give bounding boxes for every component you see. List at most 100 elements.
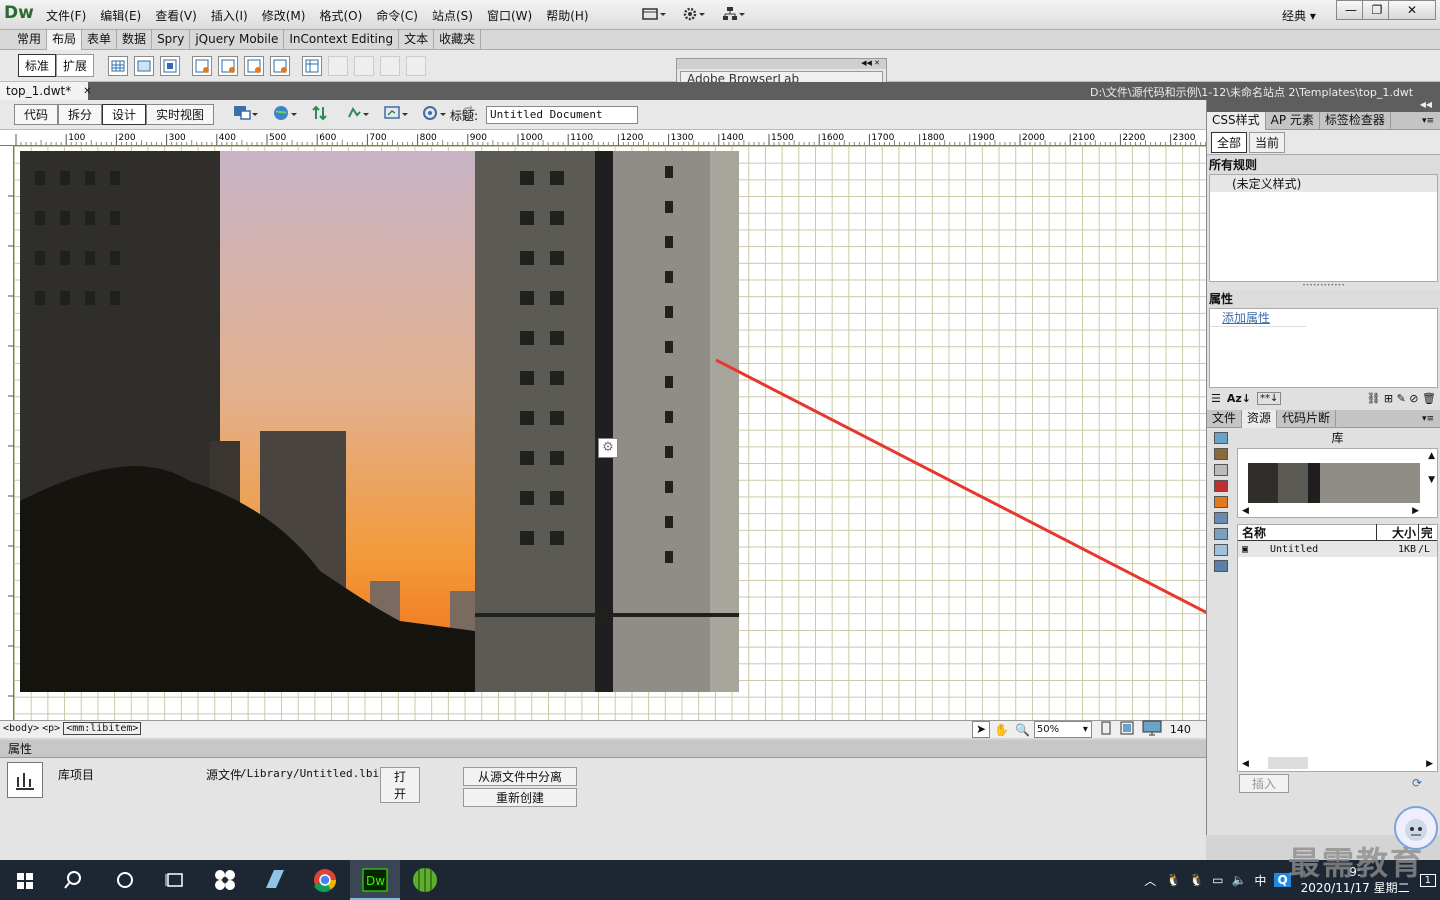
menu-help[interactable]: 帮助(H) xyxy=(546,7,588,24)
list-scroll-thumb[interactable] xyxy=(1268,757,1308,769)
preview-scroll-down-icon[interactable]: ▼ xyxy=(1428,475,1435,485)
gear-icon[interactable] xyxy=(682,6,705,22)
chrome-icon[interactable] xyxy=(300,860,350,900)
menu-modify[interactable]: 修改(M) xyxy=(262,7,306,24)
library-item-marker-icon[interactable]: ⚙ xyxy=(598,438,618,458)
urls-category-icon[interactable] xyxy=(1214,464,1228,476)
qq-icon[interactable]: 🐧 xyxy=(1166,873,1181,887)
menu-file[interactable]: 文件(F) xyxy=(46,7,86,24)
menu-format[interactable]: 格式(O) xyxy=(319,7,362,24)
network-icon[interactable]: ▭ xyxy=(1212,873,1223,887)
split-view-button[interactable]: 拆分 xyxy=(58,104,103,125)
pinwheel-app-icon[interactable] xyxy=(200,860,250,900)
melon-app-icon[interactable] xyxy=(400,860,450,900)
colors-category-icon[interactable] xyxy=(1214,448,1228,460)
tab-assets[interactable]: 资源 xyxy=(1242,409,1278,428)
open-button[interactable]: 打开 xyxy=(380,767,420,803)
multiscreen-icon[interactable] xyxy=(232,103,259,126)
close-button[interactable]: ✕ xyxy=(1388,0,1436,20)
library-item-row[interactable]: ▣ Untitled 1KB /L xyxy=(1238,541,1437,557)
task-view-icon[interactable] xyxy=(150,860,200,900)
document-tab-close-icon[interactable]: ✕ xyxy=(83,83,91,100)
preview-scroll-right-icon[interactable]: ▶ xyxy=(1412,506,1419,516)
layout-icon[interactable] xyxy=(642,6,666,22)
preview-browser-icon[interactable] xyxy=(272,103,298,126)
menu-window[interactable]: 窗口(W) xyxy=(487,7,532,24)
library-category-icon[interactable] xyxy=(1214,560,1228,572)
insert-tab-incontext[interactable]: InContext Editing xyxy=(284,29,400,50)
tab-tag-inspector[interactable]: 标签检查器 xyxy=(1320,111,1391,130)
insert-tab-common[interactable]: 常用 xyxy=(12,29,48,50)
preview-scroll-up-icon[interactable]: ▲ xyxy=(1428,451,1435,461)
insert-tab-forms[interactable]: 表单 xyxy=(82,29,118,50)
tab-ap-elements[interactable]: AP 元素 xyxy=(1266,111,1320,130)
tab-css-styles[interactable]: CSS样式 xyxy=(1207,111,1266,130)
panel-menu-icon[interactable]: ▾≡ xyxy=(1422,116,1434,126)
all-mode-button[interactable]: 全部 xyxy=(1211,131,1248,153)
alpha-view-icon[interactable]: Az↓ xyxy=(1227,392,1251,405)
insert-tab-layout[interactable]: 布局 xyxy=(47,29,83,50)
swf-category-icon[interactable] xyxy=(1214,480,1228,492)
window-size-readout[interactable]: 140 xyxy=(1170,723,1191,736)
column-size[interactable]: 大小 xyxy=(1376,524,1418,541)
fluid-grid-icon[interactable] xyxy=(192,55,213,76)
fluid-layout-icon[interactable] xyxy=(244,55,265,76)
qq-icon-2[interactable]: 🐧 xyxy=(1189,873,1204,887)
notebook-app-icon[interactable] xyxy=(250,860,300,900)
browserlab-panel-grip[interactable]: ◀◀ ✕ xyxy=(677,59,886,69)
set-properties-icon[interactable]: **↓ xyxy=(1257,391,1282,405)
fluid-column-icon[interactable] xyxy=(270,55,291,76)
insert-tab-favorites[interactable]: 收藏夹 xyxy=(434,29,482,50)
list-scroll-left-icon[interactable]: ◀ xyxy=(1242,759,1249,769)
menu-site[interactable]: 站点(S) xyxy=(432,7,473,24)
scripts-category-icon[interactable] xyxy=(1214,528,1228,540)
workspace-switcher[interactable]: 经典 ▾ xyxy=(1282,7,1316,24)
preview-scroll-left-icon[interactable]: ◀ xyxy=(1242,506,1249,516)
insert-tab-spry[interactable]: Spry xyxy=(152,29,191,50)
insert-tab-text[interactable]: 文本 xyxy=(399,29,435,50)
assistant-robot-icon[interactable] xyxy=(1394,806,1438,850)
column-path[interactable]: 完 xyxy=(1418,524,1432,541)
volume-icon[interactable]: 🔈 xyxy=(1231,873,1246,887)
library-item-image[interactable] xyxy=(20,151,739,692)
tab-files[interactable]: 文件 xyxy=(1207,409,1243,428)
table-insert-icon[interactable] xyxy=(302,55,323,76)
tag-body[interactable]: <body> xyxy=(3,723,39,734)
zoom-select[interactable]: 50% ▾ xyxy=(1033,721,1092,738)
visual-aids-icon[interactable] xyxy=(382,103,409,126)
tray-expand-icon[interactable]: ︿ xyxy=(1144,872,1156,889)
div-icon[interactable] xyxy=(134,55,155,76)
mobile-size-icon[interactable] xyxy=(1100,721,1112,738)
start-button[interactable] xyxy=(0,860,50,900)
insert-button[interactable]: 插入 xyxy=(1239,773,1289,793)
menu-commands[interactable]: 命令(C) xyxy=(376,7,418,24)
fluid-div-icon[interactable] xyxy=(218,55,239,76)
code-view-button[interactable]: 代码 xyxy=(14,104,59,125)
ime-indicator[interactable]: 中 xyxy=(1254,872,1266,889)
site-map-icon[interactable] xyxy=(722,6,745,22)
refresh-library-icon[interactable]: ⟳ xyxy=(1412,776,1422,790)
desktop-size-icon[interactable] xyxy=(1142,720,1162,739)
zoom-tool-icon[interactable]: 🔍 xyxy=(1015,723,1030,737)
insert-tab-jquery-mobile[interactable]: jQuery Mobile xyxy=(190,29,285,50)
assets-panel-menu-icon[interactable]: ▾≡ xyxy=(1422,414,1434,424)
design-view-button[interactable]: 设计 xyxy=(102,104,147,125)
file-management-icon[interactable] xyxy=(310,103,334,126)
table-icon[interactable] xyxy=(108,55,129,76)
panel-splitter[interactable]: •••••••••••• xyxy=(1207,282,1440,290)
tag-p[interactable]: <p> xyxy=(42,723,60,734)
menu-edit[interactable]: 编辑(E) xyxy=(100,7,141,24)
images-category-icon[interactable] xyxy=(1214,432,1228,444)
rule-item[interactable]: (未定义样式) xyxy=(1210,175,1437,192)
recreate-button[interactable]: 重新创建 xyxy=(463,788,577,807)
menu-view[interactable]: 查看(V) xyxy=(155,7,197,24)
tab-snippets[interactable]: 代码片断 xyxy=(1277,409,1337,428)
templates-category-icon[interactable] xyxy=(1214,544,1228,556)
current-mode-button[interactable]: 当前 xyxy=(1249,131,1286,153)
document-tab[interactable]: top_1.dwt* ✕ xyxy=(0,82,92,100)
insert-tab-data[interactable]: 数据 xyxy=(117,29,153,50)
inspect-icon[interactable] xyxy=(420,103,447,126)
column-name[interactable]: 名称 xyxy=(1238,524,1376,541)
panel-collapse-bar[interactable]: ◀◀ xyxy=(1207,100,1440,112)
category-view-icon[interactable]: ☰ xyxy=(1211,392,1221,405)
